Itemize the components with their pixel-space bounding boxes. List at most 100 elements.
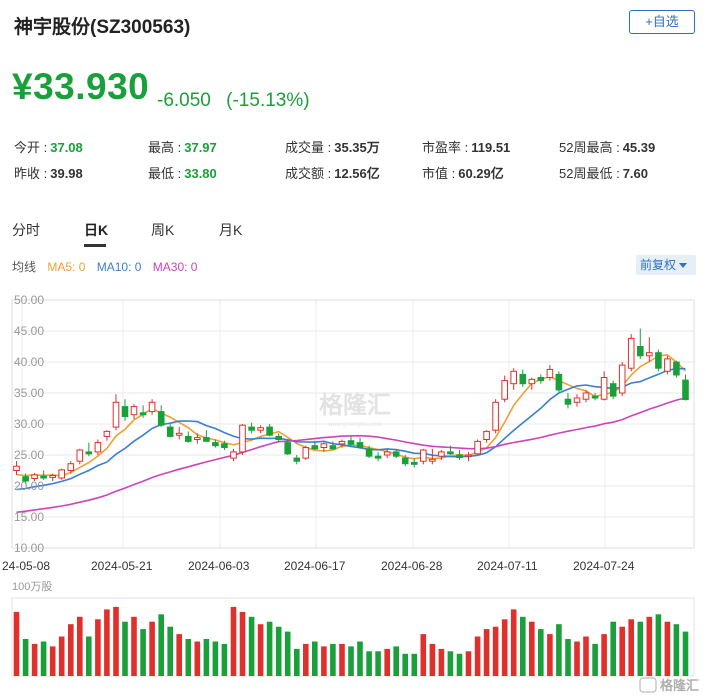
volume-bar (22, 639, 29, 676)
volume-bar (321, 646, 327, 676)
volume-bar (483, 629, 490, 676)
volume-bar (275, 626, 282, 676)
candle-body (329, 445, 337, 450)
candle-body (374, 455, 382, 459)
volume-bar (212, 641, 219, 676)
candle-body (266, 426, 273, 436)
candle-body (682, 379, 689, 401)
volume-bar (176, 634, 182, 676)
candle-body (438, 451, 445, 457)
price-adjust-dropdown[interactable]: 前复权 (636, 255, 696, 275)
tab-0[interactable]: 分时 (12, 220, 40, 240)
price-change: -6.050 (-15.13%) (157, 90, 320, 112)
active-tab-indicator (84, 244, 106, 247)
ma10-line (16, 367, 686, 491)
volume-bar (655, 614, 662, 676)
candle-body (320, 443, 328, 449)
volume-bar (158, 614, 164, 676)
price-tick-label: 40.00 (14, 355, 44, 369)
candle-body (447, 451, 454, 455)
stat-label: 成交量 : (285, 140, 332, 155)
candle-body (483, 430, 490, 440)
candle-body (103, 430, 111, 437)
volume-bar (31, 643, 38, 676)
volume-bar (294, 648, 300, 676)
date-tick-label: 2024-07-24 (573, 559, 635, 573)
candle-body (121, 406, 129, 417)
candle-body (67, 463, 75, 471)
volume-bar (420, 634, 427, 676)
volume-bar (465, 651, 472, 676)
volume-bar (284, 631, 291, 676)
volume-bar (131, 616, 137, 676)
volume-bar (194, 641, 201, 676)
price-tick-label: 10.00 (14, 541, 44, 555)
volume-bar (113, 606, 119, 676)
stat-label: 市盈率 : (422, 140, 469, 155)
candle-body (609, 383, 617, 397)
volume-bar (384, 648, 390, 676)
candle-body (673, 361, 680, 376)
candle-body (618, 364, 626, 394)
date-tick-label: 2024-07-11 (477, 559, 538, 573)
candle-body (501, 380, 508, 400)
stat-value: 12.56亿 (334, 166, 380, 181)
volume-bar (149, 621, 155, 676)
stat-item: 成交量 :35.35万 (285, 137, 380, 156)
volume-bar (357, 641, 363, 676)
stat-item: 昨收 :39.98 (14, 163, 83, 182)
stat-item: 市盈率 :119.51 (422, 137, 510, 156)
volume-bar (230, 606, 237, 676)
candlestick-chart[interactable]: 格隆汇 www.gelonghui.com 50.00 45.00 40.00 35.00… (0, 280, 718, 700)
candle-body (519, 373, 527, 385)
price-tick-label: 30.00 (14, 417, 44, 431)
add-to-watchlist-button[interactable]: +自选 (629, 10, 695, 34)
stat-label: 52周最低 : (559, 166, 620, 181)
tab-2[interactable]: 周K (151, 220, 174, 240)
volume-bar (203, 639, 210, 676)
candle-body (637, 346, 644, 357)
candle-body (420, 449, 427, 462)
candle-body (528, 378, 536, 385)
volume-bar (77, 616, 83, 676)
date-tick-label: 24-05-08 (2, 559, 50, 573)
volume-bar (628, 619, 634, 676)
volume-bar (682, 631, 689, 676)
candle-body (212, 442, 219, 447)
candle-body (302, 447, 310, 459)
volume-bar (619, 626, 625, 676)
ma5-legend: MA5: 0 (47, 260, 86, 274)
candle-body (573, 397, 581, 403)
tab-1[interactable]: 日K (84, 220, 108, 240)
volume-bar (538, 629, 544, 676)
price-tick-label: 25.00 (14, 448, 44, 462)
volume-bar (520, 616, 526, 676)
ma30-legend: MA30: 0 (152, 260, 198, 274)
stat-value: 60.29亿 (458, 166, 504, 181)
candle-body (365, 448, 373, 457)
stat-value: 119.51 (471, 140, 511, 155)
volume-bar (185, 639, 192, 676)
candle-body (194, 437, 201, 441)
tab-3[interactable]: 月K (219, 220, 242, 240)
candle-body (510, 370, 517, 385)
volume-bar (104, 609, 110, 676)
candle-body (293, 457, 301, 462)
stat-label: 最低 : (148, 166, 182, 181)
candle-body (655, 352, 662, 369)
candle-body (239, 424, 246, 453)
stat-value: 37.08 (50, 140, 83, 155)
candle-body (148, 401, 156, 413)
candle-body (356, 442, 364, 449)
volume-bar (601, 634, 607, 676)
current-price: ¥33.930 (12, 66, 150, 107)
volume-bar (49, 646, 56, 676)
candle-body (564, 398, 572, 405)
volume-bar (95, 619, 101, 676)
stat-item: 市值 :60.29亿 (422, 163, 504, 182)
candle-body (31, 474, 38, 480)
volume-bar (637, 621, 644, 676)
stat-item: 成交额 :12.56亿 (285, 163, 380, 182)
candle-body (139, 412, 147, 416)
volume-bar (167, 626, 173, 676)
